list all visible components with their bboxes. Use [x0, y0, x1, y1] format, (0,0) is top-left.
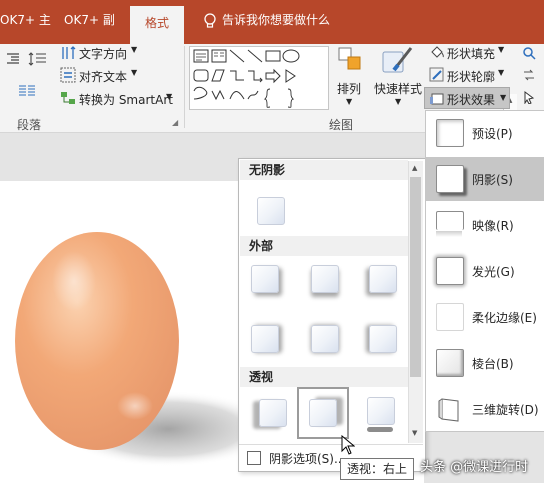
- line-spacing-icon[interactable]: [28, 52, 52, 66]
- section-no-shadow: 无阴影: [240, 160, 408, 180]
- paragraph-group-label: 段落: [17, 118, 42, 132]
- select-icon[interactable]: [522, 90, 536, 104]
- soft-edges-icon: [436, 303, 464, 331]
- shape-effects-icon: [430, 93, 444, 105]
- menu-item-3d-rotation[interactable]: 三维旋转(D): [426, 387, 544, 431]
- shadow-none-option[interactable]: [257, 197, 285, 225]
- menu-item-label: 柔化边缘(E): [472, 311, 537, 325]
- shapes-gallery[interactable]: ▲ ▼ ▼: [189, 46, 517, 154]
- tab-ok7-sub[interactable]: OK7+ 副: [64, 11, 115, 28]
- scroll-down-icon[interactable]: ▼: [412, 429, 417, 437]
- quick-styles-icon: [382, 47, 413, 73]
- shadow-perspective-selected[interactable]: [297, 387, 349, 439]
- menu-item-label: 映像(R): [472, 219, 514, 233]
- section-outer: 外部: [240, 236, 408, 256]
- pen-outline-icon: [429, 67, 444, 82]
- shape-effects-button[interactable]: 形状效果 ▼: [424, 87, 510, 109]
- egg-highlight: [52, 251, 96, 311]
- shadow-perspective-option[interactable]: [259, 399, 287, 427]
- drawing-group-label: 绘图: [329, 118, 354, 132]
- align-text-icon: [60, 67, 76, 83]
- preset-icon: [436, 119, 464, 147]
- egg-body: [15, 232, 179, 450]
- section-perspective: 透视: [240, 367, 408, 387]
- shadow-perspective-option[interactable]: [367, 397, 395, 425]
- chevron-down-icon[interactable]: ▼: [131, 45, 137, 54]
- search-icon[interactable]: [522, 46, 536, 60]
- menu-item-label: 棱台(B): [472, 357, 514, 371]
- shadow-outer-option[interactable]: [251, 265, 279, 293]
- reflection-band: [436, 231, 462, 237]
- chevron-down-icon[interactable]: ▼: [498, 68, 504, 77]
- shape-effects-label: 形状效果: [447, 93, 496, 107]
- menu-item-bevel[interactable]: 棱台(B): [426, 341, 544, 385]
- scroll-up-icon[interactable]: ▲: [412, 164, 417, 172]
- chevron-down-icon: ▼: [500, 93, 507, 102]
- shadow-outer-option[interactable]: [369, 265, 397, 293]
- shape-fill-button[interactable]: 形状填充: [447, 45, 495, 62]
- gallery-scrollbar[interactable]: ▲ ▼: [408, 161, 423, 443]
- menu-item-shadow[interactable]: 阴影(S): [426, 157, 544, 201]
- tooltip: 透视：右上: [340, 458, 415, 480]
- watermark-text: 头条 @微课进行时: [420, 460, 529, 475]
- menu-item-label: 阴影(S): [472, 173, 513, 187]
- arrange-icon: [338, 47, 361, 70]
- convert-smartart-button[interactable]: 转换为 SmartArt: [79, 91, 173, 108]
- glow-icon: [436, 257, 464, 285]
- scrollbar-thumb[interactable]: [410, 177, 421, 377]
- shadow-gallery: 无阴影 外部 透视: [238, 158, 426, 472]
- paint-bucket-icon: [431, 46, 444, 58]
- align-text-button[interactable]: 对齐文本: [79, 68, 127, 85]
- text-direction-button[interactable]: 文字方向: [79, 45, 127, 62]
- shapes-gallery-grid: [193, 49, 300, 108]
- shadow-outer-option[interactable]: [311, 265, 339, 293]
- shadow-outer-option[interactable]: [251, 325, 279, 353]
- tab-ok7-main[interactable]: OK7+ 主: [0, 11, 51, 28]
- perspective-floor-shadow: [367, 427, 393, 432]
- shadow-options-label: 阴影选项(S)...: [269, 452, 346, 466]
- replace-icon[interactable]: [522, 68, 536, 82]
- shadow-outer-option[interactable]: [369, 325, 397, 353]
- bevel-icon: [436, 349, 464, 377]
- menu-item-label: 发光(G): [472, 265, 515, 279]
- arrange-button[interactable]: 排列: [337, 80, 361, 97]
- menu-item-soft-edges[interactable]: 柔化边缘(E): [426, 295, 544, 339]
- shadow-outer-option[interactable]: [311, 325, 339, 353]
- chevron-down-icon[interactable]: ▼: [131, 68, 137, 77]
- menu-item-label: 三维旋转(D): [472, 403, 539, 417]
- 3d-rotation-icon: [438, 398, 459, 422]
- egg-reflection: [117, 392, 153, 420]
- quick-styles-button[interactable]: 快速样式: [374, 80, 422, 97]
- menu-item-glow[interactable]: 发光(G): [426, 249, 544, 293]
- dialog-launcher-icon[interactable]: ◢: [172, 118, 180, 127]
- reflection-icon: [436, 211, 464, 230]
- chevron-down-icon[interactable]: ▼: [498, 45, 504, 54]
- menu-item-preset[interactable]: 预设(P): [426, 111, 544, 155]
- mouse-cursor-icon: [341, 435, 355, 455]
- shadow-icon: [436, 165, 464, 193]
- shadow-options-checkbox[interactable]: [247, 451, 261, 465]
- chevron-down-icon[interactable]: ▼: [166, 92, 172, 101]
- shadow-perspective-thumb: [309, 399, 337, 427]
- menu-item-label: 预设(P): [472, 127, 513, 141]
- ribbon-tab-bar: OK7+ 主 OK7+ 副 格式 告诉我你想要做什么: [0, 0, 544, 44]
- shape-outline-button[interactable]: 形状轮廓: [447, 68, 495, 85]
- indent-icon[interactable]: [6, 52, 20, 66]
- text-direction-icon: [62, 46, 76, 59]
- columns-icon[interactable]: [18, 84, 40, 98]
- ribbon-overflow: [516, 44, 544, 110]
- chevron-down-icon[interactable]: ▼: [395, 97, 401, 106]
- shape-effects-menu: 预设(P) 阴影(S) 映像(R) 发光(G) 柔化边缘(E) 棱台(B) 三维…: [425, 110, 544, 432]
- smartart-icon: [61, 92, 75, 104]
- tell-me-search[interactable]: 告诉我你想要做什么: [222, 11, 330, 28]
- tab-format[interactable]: 格式: [130, 6, 184, 44]
- menu-item-reflection[interactable]: 映像(R): [426, 203, 544, 247]
- lightbulb-icon: [204, 13, 216, 28]
- group-separator: [184, 46, 185, 128]
- chevron-down-icon[interactable]: ▼: [346, 97, 352, 106]
